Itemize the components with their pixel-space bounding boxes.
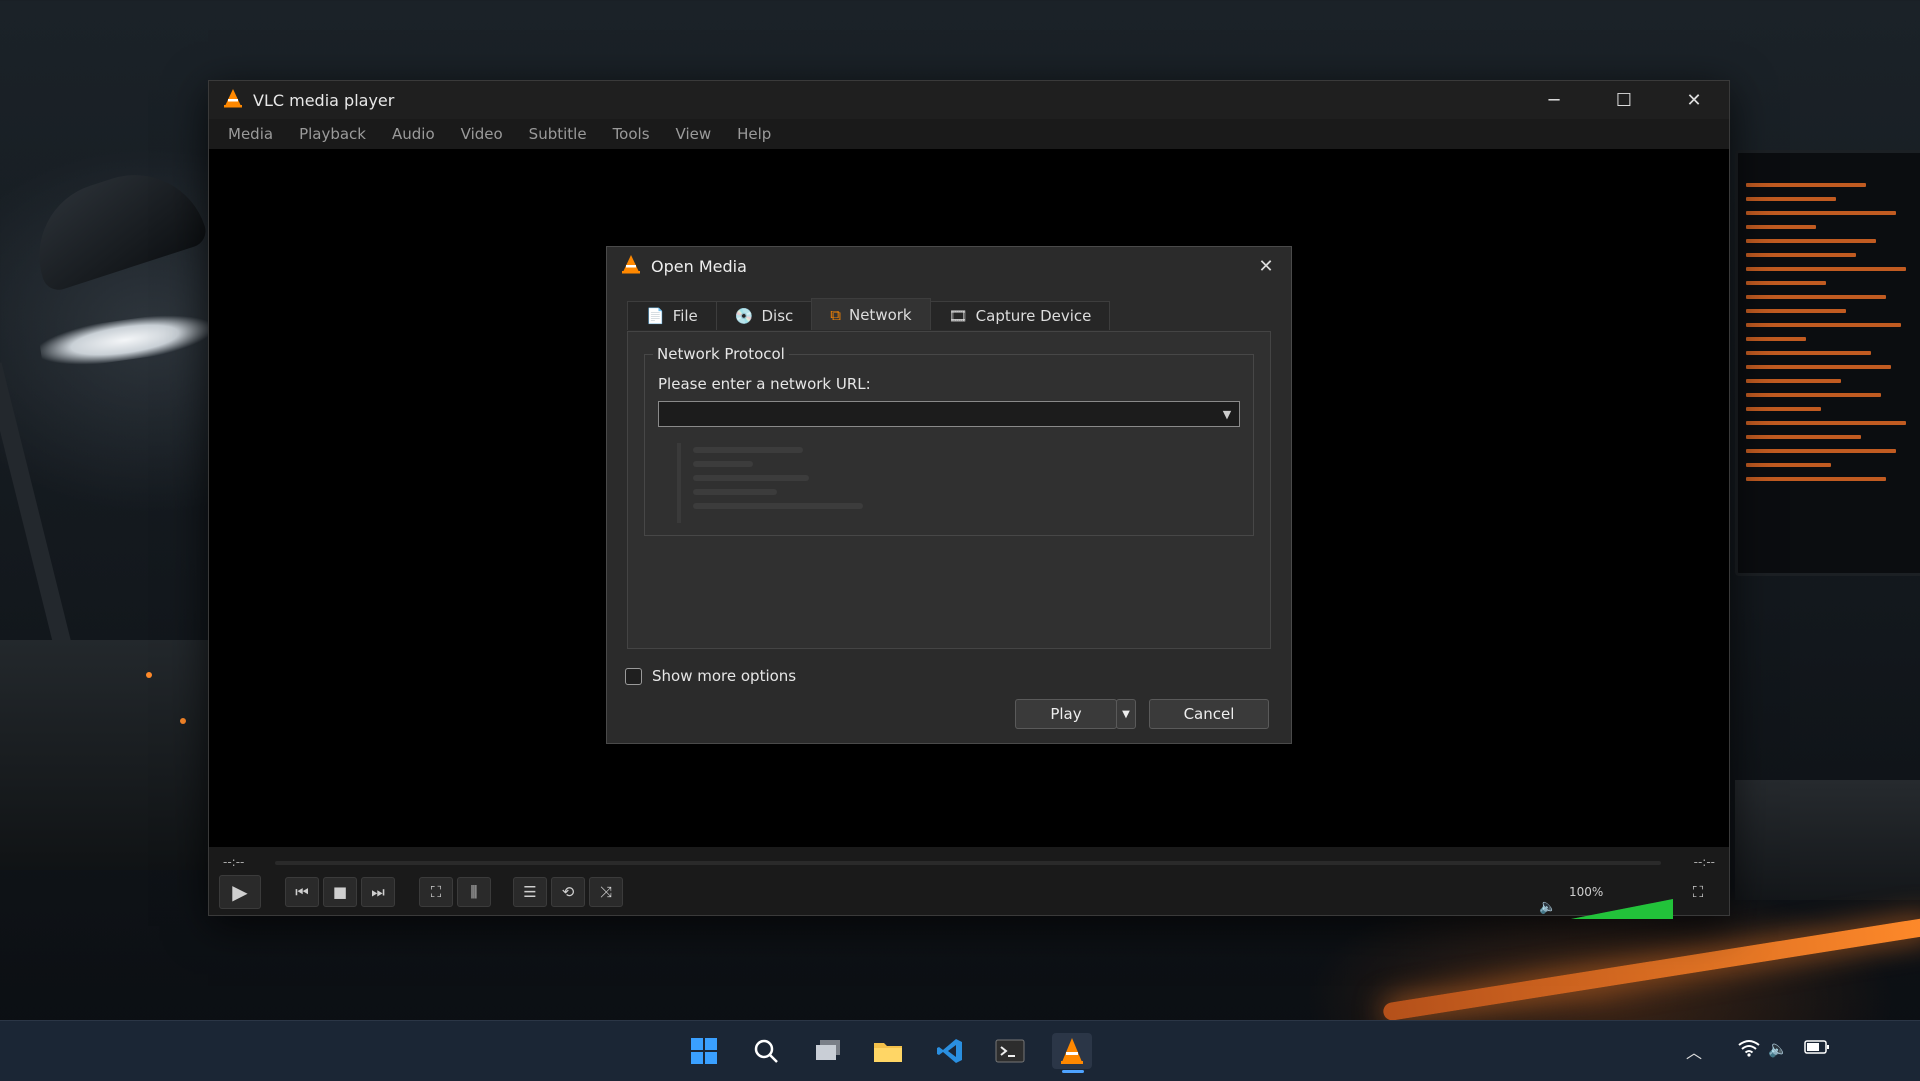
stop-button[interactable]: ■ — [323, 877, 357, 907]
tab-file[interactable]: 📄 File — [627, 301, 717, 330]
play-icon: ▶ — [232, 880, 248, 904]
menu-bar: Media Playback Audio Video Subtitle Tool… — [209, 119, 1729, 149]
battery-icon[interactable] — [1804, 1039, 1830, 1059]
remaining-time: --:-- — [1693, 855, 1715, 869]
shuffle-icon: ⤨ — [599, 883, 612, 901]
next-icon: ⏭ — [371, 883, 385, 901]
close-icon: ✕ — [1258, 255, 1274, 277]
minimize-button[interactable]: ─ — [1519, 81, 1589, 119]
volume-slider[interactable] — [1571, 899, 1673, 919]
window-title: VLC media player — [253, 90, 395, 110]
menu-media[interactable]: Media — [215, 125, 286, 143]
extended-settings-button[interactable]: ⫼ — [457, 877, 491, 907]
menu-view[interactable]: View — [663, 125, 725, 143]
file-explorer-icon[interactable] — [868, 1033, 908, 1069]
seek-bar[interactable] — [275, 861, 1661, 865]
show-more-options[interactable]: Show more options — [625, 667, 796, 685]
menu-playback[interactable]: Playback — [286, 125, 379, 143]
fullscreen-button[interactable]: ⛶ — [1681, 877, 1715, 907]
vlc-active-indicator — [1062, 1070, 1084, 1073]
loop-button[interactable]: ⟲ — [551, 877, 585, 907]
tab-file-label: File — [672, 307, 698, 325]
title-bar[interactable]: VLC media player ─ ☐ ✕ — [209, 81, 1729, 119]
dialog-close-button[interactable]: ✕ — [1253, 253, 1279, 279]
vlc-cone-icon — [621, 254, 641, 278]
tab-capture-device[interactable]: 🎞 Capture Device — [929, 301, 1111, 330]
code-monitor-decor — [1735, 150, 1920, 576]
next-button[interactable]: ⏭ — [361, 877, 395, 907]
network-tab-panel: Network Protocol Please enter a network … — [627, 331, 1271, 649]
elapsed-time: --:-- — [223, 855, 245, 869]
speaker-icon[interactable]: 🔈 — [1768, 1039, 1788, 1058]
stop-icon: ■ — [332, 883, 348, 901]
play-button[interactable]: ▶ — [219, 875, 261, 909]
menu-help[interactable]: Help — [724, 125, 784, 143]
capture-device-icon: 🎞 — [948, 307, 968, 325]
vlc-cone-icon — [223, 88, 243, 112]
audio-rack-decor — [0, 640, 210, 870]
url-suggestions-blurred — [677, 443, 681, 523]
chevron-down-icon[interactable]: ▼ — [1215, 408, 1239, 421]
url-input[interactable] — [659, 402, 1215, 426]
fullscreen-toggle-button[interactable]: ⛶ — [419, 877, 453, 907]
playback-controls: --:-- --:-- ▶ ⏮ ■ ⏭ ⛶ ⫼ ☰ ⟲ ⤨ 🔈 100% ⛶ — [209, 847, 1729, 919]
expand-icon: ⛶ — [1692, 883, 1704, 901]
close-button[interactable]: ✕ — [1659, 81, 1729, 119]
dialog-title: Open Media — [651, 256, 747, 276]
equalizer-icon: ⫼ — [470, 883, 478, 901]
previous-icon: ⏮ — [295, 883, 309, 901]
previous-button[interactable]: ⏮ — [285, 877, 319, 907]
tab-capture-device-label: Capture Device — [975, 307, 1092, 325]
tab-disc-label: Disc — [761, 307, 794, 325]
vscode-icon[interactable] — [930, 1033, 970, 1069]
dialog-tabs: 📄 File 💿 Disc ⧉ Network 🎞 Capture Device — [627, 298, 1111, 331]
network-icon: ⧉ — [830, 305, 841, 324]
shuffle-button[interactable]: ⤨ — [589, 877, 623, 907]
vlc-icon[interactable] — [1052, 1033, 1092, 1069]
maximize-button[interactable]: ☐ — [1589, 81, 1659, 119]
lamp-arm-decor — [0, 362, 75, 658]
task-view-icon[interactable] — [808, 1033, 848, 1069]
hardware-device-decor — [1735, 780, 1920, 900]
windows-start-icon[interactable] — [684, 1033, 724, 1069]
loop-icon: ⟲ — [561, 883, 575, 901]
terminal-icon[interactable] — [990, 1033, 1030, 1069]
menu-tools[interactable]: Tools — [600, 125, 663, 143]
play-options-dropdown[interactable]: ▼ — [1116, 699, 1136, 729]
playlist-icon: ☰ — [523, 883, 537, 901]
show-more-options-label: Show more options — [652, 667, 797, 685]
tab-network-label: Network — [848, 305, 912, 324]
open-media-dialog: Open Media ✕ 📄 File 💿 Disc ⧉ Network 🎞 C… — [606, 246, 1292, 744]
lamp-light-decor — [38, 308, 212, 372]
chevron-up-icon[interactable]: ︿ — [1686, 1039, 1702, 1063]
taskbar: ︿ 🔈 — [0, 1020, 1920, 1081]
tab-disc[interactable]: 💿 Disc — [715, 301, 813, 330]
menu-video[interactable]: Video — [448, 125, 516, 143]
orange-light-strip-decor — [1382, 916, 1920, 1022]
cancel-button[interactable]: Cancel — [1149, 699, 1269, 729]
volume-percentage: 100% — [1569, 885, 1604, 899]
fullscreen-icon: ⛶ — [430, 883, 442, 901]
dialog-title-bar[interactable]: Open Media ✕ — [607, 247, 1291, 285]
search-icon[interactable] — [746, 1033, 786, 1069]
file-icon: 📄 — [646, 307, 665, 325]
play-button[interactable]: Play — [1015, 699, 1117, 729]
playlist-button[interactable]: ☰ — [513, 877, 547, 907]
disc-icon: 💿 — [734, 307, 754, 325]
group-title: Network Protocol — [653, 345, 789, 363]
wifi-icon[interactable] — [1738, 1039, 1760, 1061]
url-combobox[interactable]: ▼ — [658, 401, 1240, 427]
network-protocol-group: Network Protocol Please enter a network … — [644, 345, 1254, 536]
show-more-options-checkbox[interactable] — [625, 667, 642, 685]
url-label: Please enter a network URL: — [658, 375, 871, 393]
chevron-down-icon: ▼ — [1122, 708, 1130, 720]
volume-icon[interactable]: 🔈 — [1539, 899, 1556, 915]
menu-subtitle[interactable]: Subtitle — [516, 125, 600, 143]
menu-audio[interactable]: Audio — [379, 125, 448, 143]
lamp-shade-decor — [20, 155, 210, 295]
tab-network[interactable]: ⧉ Network — [811, 298, 931, 330]
